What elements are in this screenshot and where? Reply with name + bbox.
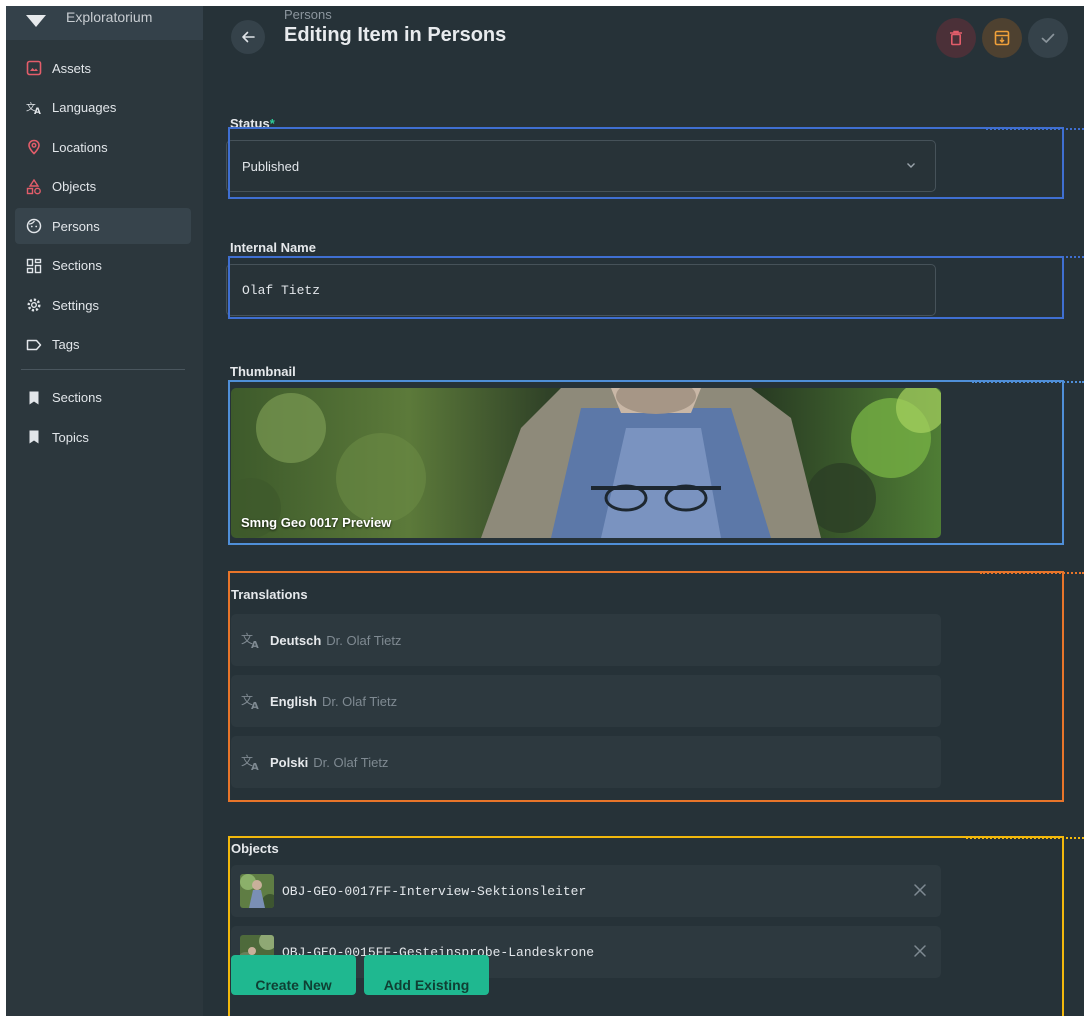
remove-icon[interactable] bbox=[913, 883, 927, 897]
sidebar-divider bbox=[21, 368, 185, 370]
translate-icon: 文A bbox=[241, 631, 259, 649]
objects-label: Objects bbox=[231, 841, 279, 856]
highlight-connector bbox=[986, 256, 1084, 258]
tag-icon bbox=[26, 337, 42, 353]
archive-icon bbox=[994, 30, 1010, 46]
image-icon bbox=[26, 60, 42, 76]
sidebar-bookmark-topics[interactable]: Topics bbox=[15, 419, 191, 455]
chevron-down-icon bbox=[907, 163, 915, 168]
status-select[interactable]: Published bbox=[226, 140, 936, 192]
svg-text:A: A bbox=[251, 701, 259, 710]
sidebar-item-label: Settings bbox=[52, 297, 99, 313]
translation-row-english[interactable]: 文A English Dr. Olaf Tietz bbox=[231, 675, 941, 727]
highlight-connector bbox=[966, 837, 1084, 839]
sidebar-item-label: Objects bbox=[52, 179, 97, 194]
page-title: Editing Item in Persons bbox=[284, 24, 507, 46]
svg-text:A: A bbox=[251, 640, 259, 649]
sidebar-item-label: Tags bbox=[52, 337, 80, 352]
required-mark: * bbox=[269, 116, 275, 131]
create-new-button[interactable]: Create New bbox=[231, 955, 356, 995]
translation-value: Dr. Olaf Tietz bbox=[321, 693, 398, 709]
internal-name-label: Internal Name bbox=[230, 240, 316, 255]
internal-name-input[interactable]: Olaf Tietz bbox=[226, 264, 936, 316]
arrow-left-icon bbox=[242, 31, 255, 43]
sidebar: Exploratorium Assets 文A Languages Locati… bbox=[6, 6, 203, 1016]
object-thumbnail bbox=[240, 874, 274, 908]
translation-value: Dr. Olaf Tietz bbox=[313, 754, 389, 770]
translate-icon: 文A bbox=[241, 753, 259, 771]
breadcrumb[interactable]: Persons bbox=[284, 7, 332, 22]
svg-text:A: A bbox=[34, 107, 41, 116]
translation-row-deutsch[interactable]: 文A Deutsch Dr. Olaf Tietz bbox=[231, 614, 941, 666]
sidebar-item-locations[interactable]: Locations bbox=[15, 129, 191, 165]
bookmark-icon bbox=[26, 390, 42, 406]
sidebar-item-label: Sections bbox=[52, 390, 102, 405]
back-button[interactable] bbox=[231, 20, 265, 54]
bookmark-icon bbox=[26, 429, 42, 445]
trash-icon bbox=[950, 30, 962, 46]
translation-language: Polski bbox=[270, 754, 309, 770]
sidebar-item-label: Locations bbox=[52, 139, 108, 155]
thumbnail-label: Thumbnail bbox=[230, 364, 296, 379]
translate-icon: 文A bbox=[26, 100, 42, 116]
thumbnail-image[interactable]: Smng Geo 0017 Preview bbox=[231, 388, 941, 538]
grid-icon bbox=[26, 258, 42, 274]
sidebar-item-label: Sections bbox=[52, 258, 102, 273]
sidebar-item-persons[interactable]: Persons bbox=[15, 208, 191, 244]
highlight-connector bbox=[986, 128, 1084, 130]
svg-text:A: A bbox=[251, 762, 259, 771]
diamond-logo-icon bbox=[26, 15, 46, 27]
page-header: Persons Editing Item in Persons bbox=[203, 6, 1084, 76]
sidebar-item-label: Assets bbox=[52, 60, 92, 76]
sidebar-item-tags[interactable]: Tags bbox=[15, 327, 191, 363]
archive-button[interactable] bbox=[982, 18, 1022, 58]
sidebar-item-settings[interactable]: Settings bbox=[15, 287, 191, 323]
sidebar-item-assets[interactable]: Assets bbox=[15, 50, 191, 86]
brand-title: Exploratorium bbox=[66, 9, 153, 25]
sidebar-item-objects[interactable]: Objects bbox=[15, 169, 191, 205]
translate-icon: 文A bbox=[241, 692, 259, 710]
gear-icon bbox=[26, 297, 42, 313]
highlight-connector bbox=[980, 572, 1084, 574]
sidebar-item-languages[interactable]: 文A Languages bbox=[15, 90, 191, 126]
internal-name-value: Olaf Tietz bbox=[242, 282, 321, 298]
translation-language: English bbox=[270, 693, 317, 709]
delete-button[interactable] bbox=[936, 18, 976, 58]
map-pin-icon bbox=[26, 139, 42, 155]
translation-row-polski[interactable]: 文A Polski Dr. Olaf Tietz bbox=[231, 736, 941, 788]
object-row[interactable]: OBJ-GEO-0017FF-Interview-Sektionsleiter bbox=[231, 865, 941, 917]
sidebar-bookmark-sections[interactable]: Sections bbox=[15, 380, 191, 416]
sidebar-nav: Assets 文A Languages Locations Objects Pe… bbox=[15, 50, 191, 459]
object-name: OBJ-GEO-0017FF-Interview-Sektionsleiter bbox=[282, 883, 587, 899]
sidebar-item-sections[interactable]: Sections bbox=[15, 248, 191, 284]
translation-language: Deutsch bbox=[270, 632, 322, 648]
add-existing-button[interactable]: Add Existing bbox=[364, 955, 489, 995]
sidebar-item-label: Topics bbox=[52, 429, 89, 445]
sidebar-item-label: Languages bbox=[52, 100, 117, 115]
status-value: Published bbox=[242, 158, 300, 174]
thumbnail-caption: Smng Geo 0017 Preview bbox=[241, 515, 392, 530]
translations-label: Translations bbox=[231, 587, 308, 602]
save-button[interactable] bbox=[1028, 18, 1068, 58]
face-icon bbox=[26, 218, 42, 234]
brand[interactable]: Exploratorium bbox=[6, 6, 203, 40]
highlight-connector bbox=[972, 381, 1084, 383]
shapes-icon bbox=[26, 178, 42, 195]
remove-icon[interactable] bbox=[913, 944, 927, 958]
translation-value: Dr. Olaf Tietz bbox=[326, 632, 402, 648]
status-label: Status* bbox=[230, 116, 275, 131]
check-icon bbox=[1041, 33, 1055, 43]
sidebar-item-label: Persons bbox=[52, 218, 100, 234]
